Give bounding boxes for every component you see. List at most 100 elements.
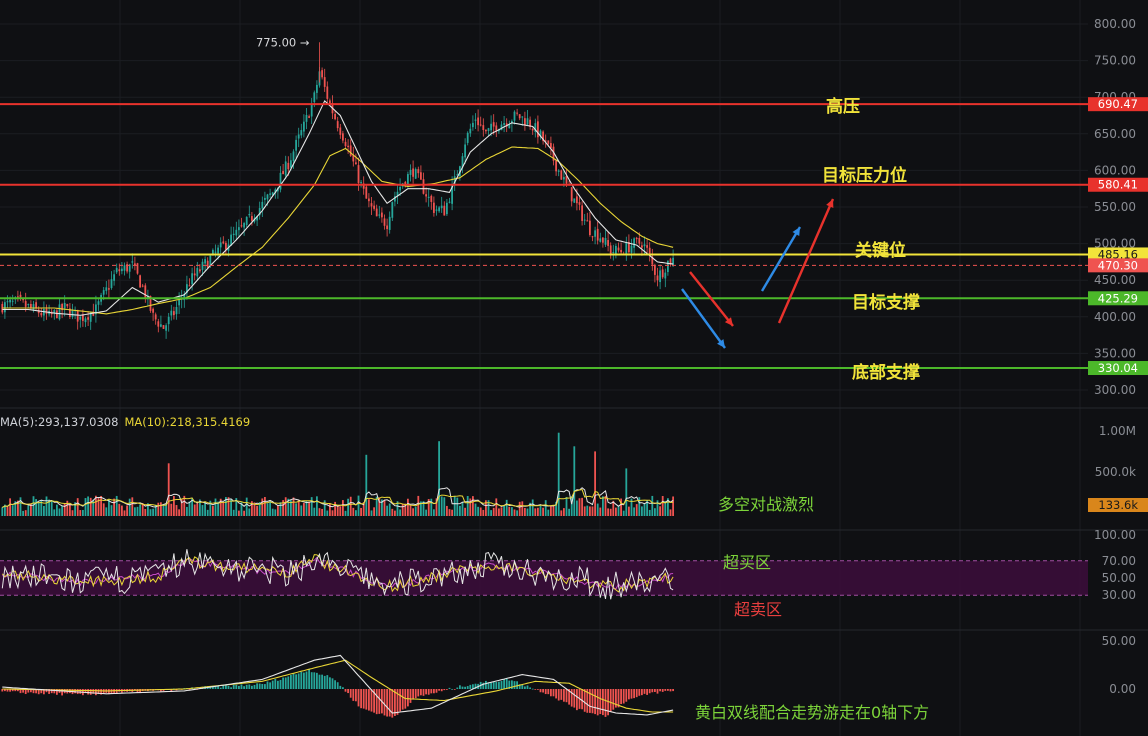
- candle-body: [63, 302, 66, 309]
- macd-histogram-bar: [235, 684, 238, 689]
- macd-histogram-bar: [667, 689, 669, 691]
- volume-bar: [108, 499, 110, 516]
- volume-bar: [87, 496, 89, 516]
- macd-histogram-bar: [451, 688, 453, 690]
- candle-body: [193, 273, 196, 276]
- volume-bar: [157, 502, 160, 516]
- volume-bar: [531, 499, 534, 516]
- macd-histogram-bar: [498, 681, 500, 689]
- macd-histogram-bar: [386, 689, 388, 717]
- volume-bar: [386, 505, 388, 516]
- volume-bar: [214, 498, 217, 516]
- macd-histogram-bar: [295, 674, 297, 689]
- volume-bar: [32, 496, 35, 516]
- candle-body: [170, 310, 173, 316]
- macd-histogram-bar: [599, 689, 602, 715]
- candle-body: [238, 227, 240, 231]
- candle-body: [596, 228, 599, 241]
- candle-body: [303, 121, 305, 132]
- candle-body: [370, 203, 373, 207]
- candle-body: [490, 123, 492, 131]
- trading-chart[interactable]: 800.00750.00700.00650.00600.00550.00500.…: [0, 0, 1148, 736]
- volume-bar: [401, 503, 404, 516]
- volume-bar: [365, 454, 368, 516]
- volume-bar: [518, 501, 521, 516]
- volume-bar: [581, 497, 583, 516]
- volume-bar: [500, 507, 503, 516]
- candle-body: [615, 245, 617, 254]
- macd-histogram-bar: [383, 689, 386, 716]
- macd-histogram-bar: [422, 689, 425, 696]
- candle-body: [635, 237, 638, 240]
- macd-histogram-bar: [417, 689, 420, 697]
- candle-body: [661, 269, 664, 278]
- macd-histogram-bar: [420, 689, 422, 696]
- candle-body: [139, 275, 141, 288]
- current-price-label: 470.30: [1098, 258, 1138, 272]
- macd-histogram-bar: [622, 689, 625, 704]
- volume-bar: [196, 503, 199, 516]
- volume-bar: [430, 498, 433, 516]
- candle-body: [573, 198, 576, 203]
- volume-bar: [399, 509, 401, 516]
- candle-body: [162, 325, 165, 329]
- label-oversold: 超卖区: [734, 600, 783, 619]
- price-tick-label: 800.00: [1094, 17, 1136, 31]
- macd-histogram-bar: [412, 689, 414, 700]
- volume-bar: [206, 509, 209, 516]
- macd-histogram-bar: [297, 673, 300, 689]
- volume-bar: [1, 507, 4, 516]
- macd-histogram-bar: [388, 689, 391, 717]
- macd-histogram-bar: [542, 689, 544, 693]
- volume-bar: [318, 508, 321, 516]
- volume-bar: [461, 501, 464, 516]
- volume-bar: [344, 510, 347, 516]
- volume-bar: [479, 507, 482, 516]
- candle-body: [446, 202, 448, 215]
- price-tick-label: 650.00: [1094, 127, 1136, 141]
- volume-bar: [661, 496, 664, 516]
- volume-bar: [227, 497, 230, 516]
- macd-histogram-bar: [238, 685, 240, 689]
- macd-histogram-bar: [544, 689, 547, 695]
- candle-body: [105, 287, 108, 291]
- macd-histogram-bar: [292, 673, 295, 689]
- candle-body: [388, 216, 391, 230]
- candle-body: [175, 307, 178, 315]
- macd-histogram-bar: [539, 689, 542, 693]
- candle-body: [152, 308, 154, 313]
- macd-histogram-bar: [669, 689, 672, 692]
- volume-bar: [659, 506, 661, 516]
- macd-histogram-bar: [245, 684, 248, 689]
- volume-bar: [100, 495, 102, 516]
- macd-histogram-bar: [370, 689, 373, 712]
- volume-bar: [456, 497, 459, 516]
- candle-body: [32, 304, 35, 310]
- label-target-support: 目标支撑: [852, 293, 920, 313]
- candle-body: [225, 242, 227, 250]
- volume-bar: [388, 503, 391, 516]
- volume-bar: [313, 507, 316, 516]
- macd-histogram-bar: [287, 676, 290, 689]
- macd-histogram-bar: [243, 686, 245, 689]
- candle-body: [365, 186, 368, 199]
- volume-bar: [508, 506, 511, 516]
- label-target-resistance: 目标压力位: [822, 166, 907, 186]
- volume-bar: [643, 503, 646, 516]
- volume-bar: [503, 504, 505, 516]
- volume-bar: [617, 505, 620, 516]
- volume-ma5-label: MA(5):293,137.0308: [0, 415, 119, 429]
- volume-bar: [149, 509, 152, 516]
- volume-bar: [526, 508, 529, 516]
- macd-histogram-bar: [271, 680, 274, 689]
- volume-legend: MA(5):293,137.0308 MA(10):218,315.4169: [0, 415, 250, 429]
- macd-histogram-bar: [227, 685, 230, 689]
- volume-bar: [602, 496, 604, 516]
- volume-bar: [578, 498, 581, 516]
- macd-histogram-bar: [316, 672, 318, 689]
- candle-body: [339, 127, 342, 135]
- macd-histogram-bar: [594, 689, 596, 715]
- volume-bar: [347, 498, 349, 516]
- volume-bar: [58, 508, 61, 516]
- label-key-level: 关键位: [855, 241, 906, 261]
